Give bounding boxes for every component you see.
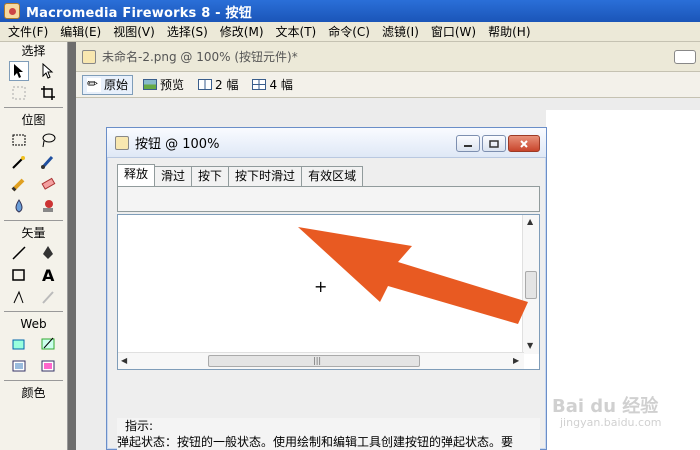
menu-window[interactable]: 窗口(W) bbox=[425, 23, 482, 40]
button-editor-title-bar[interactable]: 按钮 @ 100% bbox=[107, 128, 546, 158]
view-mode-bar: ✏ 原始 预览 2 幅 4 幅 bbox=[76, 72, 700, 98]
text-tool-icon[interactable]: A bbox=[38, 265, 58, 285]
hint-text: 弹起状态：按钮的一般状态。使用绘制和编辑工具创建按钮的弹起状态。要 bbox=[117, 435, 514, 449]
view-preview-button[interactable]: 预览 bbox=[139, 75, 188, 95]
maximize-button[interactable] bbox=[482, 135, 506, 152]
scale-tool-icon[interactable] bbox=[9, 83, 29, 103]
crop-tool-icon[interactable] bbox=[38, 83, 58, 103]
lasso-tool-icon[interactable] bbox=[38, 130, 58, 150]
tools-section-select: 选择 bbox=[21, 44, 46, 58]
show-slices-icon[interactable] bbox=[38, 356, 58, 376]
marquee-tool-icon[interactable] bbox=[9, 130, 29, 150]
brush-tool-icon[interactable] bbox=[38, 152, 58, 172]
scroll-up-icon[interactable]: ▲ bbox=[527, 217, 533, 226]
tab-up[interactable]: 释放 bbox=[117, 164, 156, 186]
eraser-tool-icon[interactable] bbox=[38, 174, 58, 194]
close-button[interactable] bbox=[508, 135, 540, 152]
menu-file[interactable]: 文件(F) bbox=[2, 23, 54, 40]
baidu-watermark: Bai du 经验 jingyan.baidu.com bbox=[552, 392, 662, 429]
freeform-tool-icon[interactable] bbox=[9, 287, 29, 307]
tab-content-strip bbox=[117, 186, 540, 212]
state-tabs: 释放 滑过 按下 按下时滑过 有效区域 bbox=[117, 164, 364, 186]
menu-filters[interactable]: 滤镜(I) bbox=[376, 23, 425, 40]
horizontal-scroll-thumb[interactable]: ||| bbox=[208, 355, 420, 367]
pointer-tool-icon[interactable] bbox=[8, 61, 29, 81]
vertical-scroll-thumb[interactable] bbox=[525, 271, 537, 299]
line-tool-icon[interactable] bbox=[9, 243, 29, 263]
tools-panel: 选择 位图 矢量 A Web 颜色 bbox=[0, 42, 68, 450]
pencil-icon: ✏ bbox=[87, 77, 101, 92]
watermark-logo: Bai du 经验 bbox=[552, 396, 659, 417]
crosshair-icon: + bbox=[314, 277, 328, 296]
hotspot-tool-icon[interactable] bbox=[9, 334, 29, 354]
rubber-stamp-tool-icon[interactable] bbox=[38, 196, 58, 216]
menu-edit[interactable]: 编辑(E) bbox=[54, 23, 107, 40]
hint-label: 指示: bbox=[125, 419, 154, 433]
app-title-bar: Macromedia Fireworks 8 - 按钮 bbox=[0, 0, 700, 22]
tools-section-bitmap: 位图 bbox=[21, 113, 46, 127]
button-editor-icon bbox=[115, 135, 129, 150]
rectangle-tool-icon[interactable] bbox=[9, 265, 29, 285]
vertical-scrollbar[interactable]: ▲ ▼ bbox=[522, 215, 539, 354]
scroll-down-icon[interactable]: ▼ bbox=[527, 341, 533, 350]
magic-wand-tool-icon[interactable] bbox=[9, 152, 29, 172]
document-tab-bar: 未命名-2.png @ 100% (按钮元件)* bbox=[76, 42, 700, 72]
slice-tool-icon[interactable] bbox=[38, 334, 58, 354]
menu-bar: 文件(F) 编辑(E) 视图(V) 选择(S) 修改(M) 文本(T) 命令(C… bbox=[0, 22, 700, 42]
document-options-button[interactable] bbox=[674, 50, 696, 64]
menu-modify[interactable]: 修改(M) bbox=[214, 23, 270, 40]
button-canvas[interactable]: + ▲ ▼ ◀ ||| ▶ bbox=[117, 214, 540, 370]
minimize-button[interactable] bbox=[456, 135, 480, 152]
blur-tool-icon[interactable] bbox=[9, 196, 29, 216]
window-title: Macromedia Fireworks 8 - 按钮 bbox=[26, 5, 252, 21]
tab-over[interactable]: 滑过 bbox=[154, 166, 193, 186]
hide-slices-icon[interactable] bbox=[9, 356, 29, 376]
document-tab-title[interactable]: 未命名-2.png @ 100% (按钮元件)* bbox=[102, 48, 298, 65]
view-2up-button[interactable]: 2 幅 bbox=[194, 75, 242, 95]
button-editor-window: 按钮 @ 100% 释放 滑过 按下 按下时滑过 有效区域 + ▲ ▼ ◀ ||… bbox=[106, 127, 547, 450]
tab-active-area[interactable]: 有效区域 bbox=[301, 166, 364, 186]
preview-icon bbox=[143, 79, 158, 90]
button-editor-title: 按钮 @ 100% bbox=[135, 137, 220, 152]
pencil-tool-icon[interactable] bbox=[9, 174, 29, 194]
scroll-left-icon[interactable]: ◀ bbox=[121, 356, 127, 365]
menu-text[interactable]: 文本(T) bbox=[270, 23, 323, 40]
menu-commands[interactable]: 命令(C) bbox=[322, 23, 376, 40]
tools-section-web: Web bbox=[20, 317, 47, 331]
panel-divider bbox=[68, 42, 76, 450]
tab-down[interactable]: 按下 bbox=[191, 166, 230, 186]
fireworks-app-icon bbox=[4, 3, 20, 19]
scroll-right-icon[interactable]: ▶ bbox=[513, 356, 519, 365]
hint-panel: 指示: 弹起状态：按钮的一般状态。使用绘制和编辑工具创建按钮的弹起状态。要 bbox=[117, 418, 540, 450]
tab-over-while-down[interactable]: 按下时滑过 bbox=[228, 166, 303, 186]
two-up-icon bbox=[198, 79, 213, 90]
horizontal-scrollbar[interactable]: ◀ ||| ▶ bbox=[118, 352, 524, 369]
subselection-tool-icon[interactable] bbox=[38, 61, 58, 81]
tools-section-color: 颜色 bbox=[21, 386, 46, 400]
menu-help[interactable]: 帮助(H) bbox=[482, 23, 536, 40]
pen-tool-icon[interactable] bbox=[38, 243, 58, 263]
tools-section-vector: 矢量 bbox=[21, 226, 46, 240]
view-original-button[interactable]: ✏ 原始 bbox=[82, 74, 134, 95]
menu-select[interactable]: 选择(S) bbox=[161, 23, 214, 40]
menu-view[interactable]: 视图(V) bbox=[107, 23, 161, 40]
four-up-icon bbox=[252, 79, 267, 90]
watermark-site: jingyan.baidu.com bbox=[560, 416, 662, 429]
view-4up-button[interactable]: 4 幅 bbox=[248, 75, 296, 95]
knife-tool-icon[interactable] bbox=[38, 287, 58, 307]
document-icon bbox=[82, 49, 96, 64]
